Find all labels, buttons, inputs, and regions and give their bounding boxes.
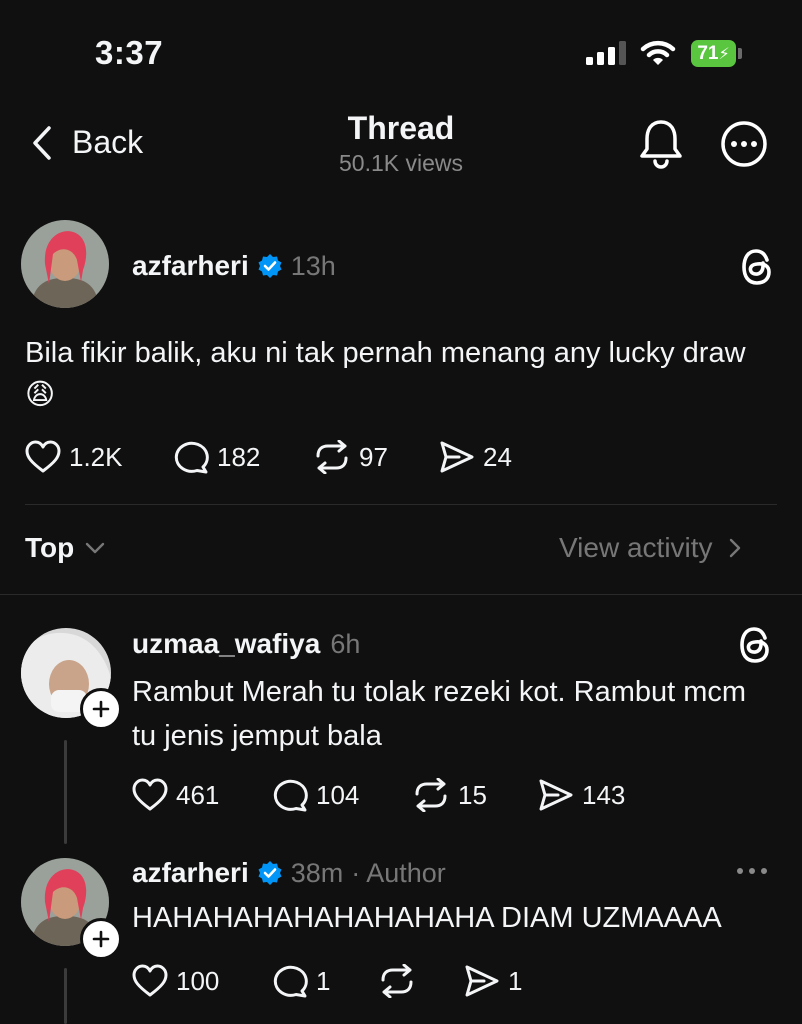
bell-icon [640,120,682,169]
heart-icon [132,964,168,997]
like-button[interactable]: 100 [132,964,272,998]
repost-button[interactable]: 15 [412,778,538,812]
sort-label: Top [25,532,75,563]
ellipsis-icon [737,868,767,874]
share-button[interactable]: 143 [538,778,625,812]
follow-button[interactable] [80,688,122,730]
divider [0,594,802,595]
chevron-down-icon [86,542,105,554]
heart-icon [132,778,168,811]
like-button[interactable]: 1.2K [25,440,173,474]
verified-badge-icon [258,861,282,885]
comment-icon [174,441,209,474]
more-options-button[interactable] [720,120,768,168]
repost-count: 15 [458,779,487,810]
more-circle-icon [721,121,767,167]
reply-username[interactable]: uzmaa_wafiya [132,628,320,660]
reply-header: uzmaa_wafiya 6h [132,628,360,660]
wifi-icon [640,39,676,67]
post-header: azfarheri 13h [132,250,336,282]
battery-level: 71 [697,43,719,64]
share-count: 24 [483,441,512,472]
plus-icon [92,700,110,718]
share-count: 1 [508,965,523,996]
comment-icon [273,779,308,812]
reply-actions: 461 104 15 143 [132,778,625,812]
heart-icon [25,440,61,473]
like-count: 461 [176,779,220,810]
reply-button[interactable]: 104 [272,778,412,812]
thread-line [64,968,67,1024]
reply-actions: 100 1 1 [132,964,522,998]
status-time: 3:37 [95,34,164,71]
repost-icon [415,778,447,812]
divider [25,504,777,505]
like-button[interactable]: 461 [132,778,272,812]
post-username[interactable]: azfarheri [132,250,249,282]
view-activity-label: View activity [559,532,713,563]
post-text: Bila fikir balik, aku ni tak pernah mena… [25,337,746,411]
thread-line [64,740,67,844]
comment-icon [273,965,308,998]
signal-icon [586,41,628,65]
repost-icon [316,440,348,474]
follow-button[interactable] [80,918,122,960]
reply-time: 6h [330,628,361,659]
reply-button[interactable]: 1 [272,964,378,998]
share-icon [440,441,474,473]
battery-indicator: 71⚡ [691,40,743,67]
threads-logo-icon[interactable] [740,248,774,286]
repost-button[interactable] [378,964,464,998]
post-actions: 1.2K 182 97 24 [25,440,512,474]
share-icon [539,779,573,811]
share-button[interactable]: 24 [439,440,512,474]
reply-text: Rambut Merah tu tolak rezeki kot. Rambut… [132,676,747,752]
reply-count: 1 [316,965,331,996]
chevron-right-icon [729,538,740,558]
reply-time: 38m [290,857,344,888]
share-button[interactable]: 1 [464,964,522,998]
repost-button[interactable]: 97 [313,440,439,474]
plus-icon [92,930,110,948]
reply-count: 104 [316,779,360,810]
post-time: 13h [290,250,336,281]
notifications-button[interactable] [637,118,685,170]
reply-count: 182 [217,441,261,472]
reply-header: azfarheri 38m · Author [132,857,446,889]
post-author-avatar[interactable] [21,220,109,308]
share-icon [465,965,499,997]
reply-more-button[interactable] [735,864,769,878]
threads-logo-icon[interactable] [738,626,772,664]
repost-icon [381,964,413,998]
author-tag: · Author [351,857,446,888]
like-count: 100 [176,965,220,996]
sort-selector[interactable]: Top [25,532,106,564]
reply-text: HAHAHAHAHAHAHAHAHA DIAM UZMAAAA [132,902,722,934]
reply-button[interactable]: 182 [173,440,313,474]
like-count: 1.2K [69,441,123,472]
reply-username[interactable]: azfarheri [132,857,249,889]
repost-count: 97 [359,441,388,472]
share-count: 143 [582,779,626,810]
view-activity-link[interactable]: View activity [559,532,743,564]
verified-badge-icon [258,254,282,278]
